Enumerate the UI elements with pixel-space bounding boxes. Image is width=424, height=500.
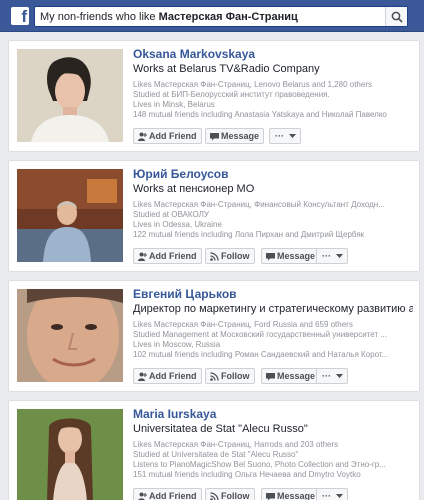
more-options-button[interactable]: ··· bbox=[316, 368, 348, 384]
more-options-button[interactable]: ··· bbox=[316, 488, 348, 500]
message-button[interactable]: Message bbox=[261, 488, 321, 500]
mutual-friends-line: 102 mutual friends including Роман Санда… bbox=[133, 350, 389, 359]
add-friend-icon bbox=[138, 492, 147, 500]
message-icon bbox=[266, 493, 275, 500]
person-card: Maria Iurskaya Universitatea de Stat "Al… bbox=[8, 400, 420, 500]
message-button[interactable]: Message bbox=[261, 368, 321, 384]
mutual-friends-line: 148 mutual friends including Anastasia Y… bbox=[133, 110, 387, 119]
mutual-friends-line: 122 mutual friends including Лола Пирхан… bbox=[133, 230, 365, 239]
studied-line: Studied at ОВАКОЛУ bbox=[133, 210, 209, 219]
studied-line: Studied at БИП-Белорусский институт прав… bbox=[133, 90, 330, 99]
person-name[interactable]: Евгений Царьков bbox=[133, 287, 413, 302]
message-icon bbox=[210, 133, 219, 141]
add-friend-button[interactable]: Add Friend bbox=[133, 488, 202, 500]
message-icon bbox=[266, 373, 275, 381]
person-name[interactable]: Maria Iurskaya bbox=[133, 407, 413, 422]
likes-line: Likes Мастерская Фан-Страниц, Harrods an… bbox=[133, 440, 339, 449]
person-card: Oksana Markovskaya Works at Belarus TV&R… bbox=[8, 40, 420, 152]
profile-photo[interactable] bbox=[17, 409, 123, 500]
add-friend-icon bbox=[138, 132, 147, 141]
rss-follow-icon bbox=[210, 252, 219, 261]
facebook-logo-icon[interactable]: f bbox=[11, 7, 29, 25]
studied-line: Studied Management at Московский государ… bbox=[133, 330, 387, 339]
person-name[interactable]: Oksana Markovskaya bbox=[133, 47, 413, 62]
add-friend-icon bbox=[138, 372, 147, 381]
rss-follow-icon bbox=[210, 372, 219, 381]
likes-line: Likes Мастерская Фан-Страниц, Lenovo Bel… bbox=[133, 80, 372, 89]
studied-line: Studied at Universitatea de Stat "Alecu … bbox=[133, 450, 299, 459]
mutual-friends-line: 151 mutual friends including Ольга Нечае… bbox=[133, 470, 361, 479]
rss-follow-icon bbox=[210, 492, 219, 500]
chevron-down-icon bbox=[335, 494, 343, 498]
profile-photo[interactable] bbox=[17, 49, 123, 142]
person-subtitle: Директор по маркетингу и стратегическому… bbox=[133, 303, 413, 315]
search-button[interactable] bbox=[385, 7, 407, 26]
add-friend-button[interactable]: Add Friend bbox=[133, 368, 202, 384]
listens-line: Listens to PianoMagicShow Bel Suono, Pho… bbox=[133, 460, 386, 469]
likes-line: Likes Мастерская Фан-Страниц, Финансовый… bbox=[133, 200, 385, 209]
chevron-down-icon bbox=[288, 134, 296, 138]
lives-line: Lives in Moscow, Russia bbox=[133, 340, 221, 349]
person-subtitle: Works at пенсионер МО bbox=[133, 183, 255, 195]
add-friend-button[interactable]: Add Friend bbox=[133, 128, 202, 144]
message-icon bbox=[266, 253, 275, 261]
profile-photo[interactable] bbox=[17, 289, 123, 382]
top-bar: f My non-friends who like Мастерская Фан… bbox=[0, 0, 424, 32]
chevron-down-icon bbox=[335, 374, 343, 378]
follow-button[interactable]: Follow bbox=[205, 488, 255, 500]
person-card: Евгений Царьков Директор по маркетингу и… bbox=[8, 280, 420, 392]
more-options-button[interactable]: ··· bbox=[316, 248, 348, 264]
likes-line: Likes Мастерская Фан-Страниц, Ford Russi… bbox=[133, 320, 353, 329]
follow-button[interactable]: Follow bbox=[205, 248, 255, 264]
search-query: My non-friends who like Мастерская Фан-С… bbox=[40, 11, 298, 23]
more-options-button[interactable]: ··· bbox=[269, 128, 301, 144]
add-friend-icon bbox=[138, 252, 147, 261]
person-subtitle: Universitatea de Stat "Alecu Russo" bbox=[133, 423, 308, 435]
message-button[interactable]: Message bbox=[261, 248, 321, 264]
search-icon bbox=[391, 11, 403, 23]
chevron-down-icon bbox=[335, 254, 343, 258]
follow-button[interactable]: Follow bbox=[205, 368, 255, 384]
profile-photo[interactable] bbox=[17, 169, 123, 262]
lives-line: Lives in Odessa, Ukraine bbox=[133, 220, 222, 229]
add-friend-button[interactable]: Add Friend bbox=[133, 248, 202, 264]
person-name[interactable]: Юрий Белоусов bbox=[133, 167, 413, 182]
person-subtitle: Works at Belarus TV&Radio Company bbox=[133, 63, 320, 75]
lives-line: Lives in Minsk, Belarus bbox=[133, 100, 215, 109]
message-button[interactable]: Message bbox=[205, 128, 265, 144]
search-input[interactable]: My non-friends who like Мастерская Фан-С… bbox=[34, 6, 408, 27]
person-card: Юрий Белоусов Works at пенсионер МО Like… bbox=[8, 160, 420, 272]
